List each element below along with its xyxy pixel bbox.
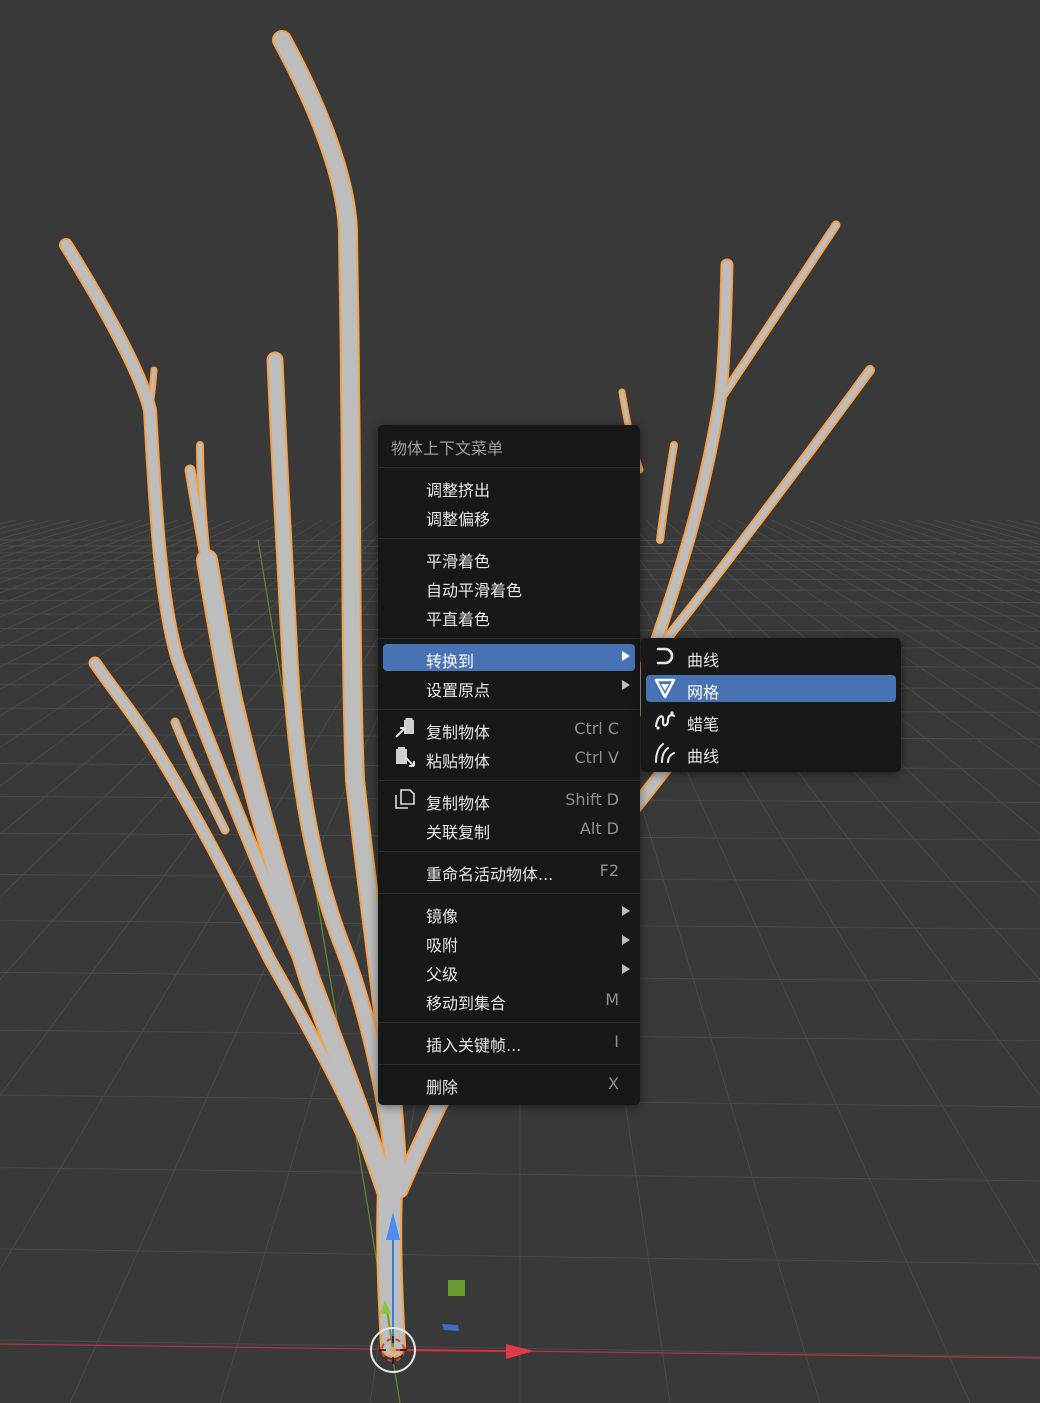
menu-item-label: 平滑着色 [426,552,491,571]
menu-item-shortcut: M [605,990,619,1009]
menu-item-set-origin[interactable]: 设置原点 [383,673,635,700]
menu-separator [378,709,640,710]
submenu-item-mesh[interactable]: 网格 [646,675,896,702]
menu-item-shortcut: Alt D [579,819,619,838]
menu-separator [378,638,640,639]
menu-separator [378,893,640,894]
menu-item-label: 父级 [426,965,459,984]
menu-item-label: 粘贴物体 [426,752,491,771]
menu-separator [378,1064,640,1065]
menu-separator [378,851,640,852]
menu-item-duplicate-objects[interactable]: 复制物体 Shift D [383,786,635,813]
menu-item-shortcut: X [608,1074,619,1093]
menu-item-label: 镜像 [426,907,459,926]
menu-item-label: 设置原点 [426,681,491,700]
submenu-arrow-icon [622,680,630,690]
menu-item-shortcut: Ctrl C [574,719,619,738]
curves-hair-icon [655,743,675,763]
menu-item-shortcut: F2 [599,861,619,880]
menu-item-offset[interactable]: 调整偏移 [383,502,635,529]
menu-item-label: 删除 [426,1078,459,1097]
menu-item-mirror[interactable]: 镜像 [383,899,635,926]
submenu-item-label: 曲线 [687,747,720,766]
menu-item-snap[interactable]: 吸附 [383,928,635,955]
submenu-item-label: 蜡笔 [687,715,720,734]
duplicate-icon [395,789,415,809]
gizmo-xy-plane-handle[interactable] [442,1324,459,1331]
menu-item-label: 重命名活动物体... [426,865,554,884]
menu-item-label: 关联复制 [426,823,491,842]
submenu-arrow-icon [622,935,630,945]
submenu-item-label: 曲线 [687,651,720,670]
menu-item-label: 平直着色 [426,610,491,629]
menu-item-label: 复制物体 [426,723,491,742]
paste-object-icon [396,747,415,767]
mesh-icon [654,678,676,699]
menu-item-paste-objects[interactable]: 粘贴物体 Ctrl V [383,744,635,771]
object-context-menu: 物体上下文菜单 调整挤出 调整偏移 平滑着色 自动平滑着色 平直着色 转换到 设… [378,425,640,1105]
menu-item-label: 复制物体 [426,794,491,813]
submenu-item-grease-pencil[interactable]: 蜡笔 [646,707,896,734]
submenu-arrow-icon [622,964,630,974]
menu-item-shortcut: I [614,1032,619,1051]
menu-item-move-to-collection[interactable]: 移动到集合 M [383,986,635,1013]
convert-to-submenu: 曲线 网格 蜡笔 曲线 [641,638,901,772]
menu-item-parent[interactable]: 父级 [383,957,635,984]
submenu-item-label: 网格 [687,683,720,702]
menu-item-extrude[interactable]: 调整挤出 [383,473,635,500]
menu-item-insert-keyframe[interactable]: 插入关键帧... I [383,1028,635,1055]
menu-separator [378,780,640,781]
menu-separator [378,538,640,539]
menu-separator [378,467,640,468]
menu-item-label: 调整挤出 [426,481,491,500]
menu-item-label: 插入关键帧... [426,1036,522,1055]
menu-item-shortcut: Ctrl V [574,748,620,767]
submenu-item-curve[interactable]: 曲线 [646,643,896,670]
menu-item-rename-active[interactable]: 重命名活动物体... F2 [383,857,635,884]
menu-item-shade-smooth[interactable]: 平滑着色 [383,544,635,571]
menu-item-label: 吸附 [426,936,459,955]
submenu-arrow-icon [622,906,630,916]
gizmo-x-arrow-shaft [392,1349,509,1352]
gizmo-xz-plane-handle[interactable] [448,1280,465,1296]
menu-item-shortcut: Shift D [565,790,619,809]
submenu-arrow-icon [622,651,630,661]
menu-item-shade-flat[interactable]: 平直着色 [383,602,635,629]
menu-separator [378,1022,640,1023]
menu-item-label: 移动到集合 [426,994,507,1013]
menu-item-convert-to[interactable]: 转换到 [383,644,635,671]
menu-item-copy-objects[interactable]: 复制物体 Ctrl C [383,715,635,742]
menu-item-shade-auto-smooth[interactable]: 自动平滑着色 [383,573,635,600]
menu-item-duplicate-linked[interactable]: 关联复制 Alt D [383,815,635,842]
menu-item-label: 转换到 [426,652,475,671]
3d-viewport[interactable]: 物体上下文菜单 调整挤出 调整偏移 平滑着色 自动平滑着色 平直着色 转换到 设… [0,0,1040,1403]
menu-item-delete[interactable]: 删除 X [383,1070,635,1097]
menu-title: 物体上下文菜单 [391,439,504,458]
curve-icon [656,647,674,665]
grease-pencil-icon [654,711,676,730]
menu-item-label: 自动平滑着色 [426,581,523,600]
origin-point [390,1347,396,1353]
copy-object-icon [395,718,414,738]
submenu-item-curves[interactable]: 曲线 [646,739,896,766]
menu-item-label: 调整偏移 [426,510,491,529]
